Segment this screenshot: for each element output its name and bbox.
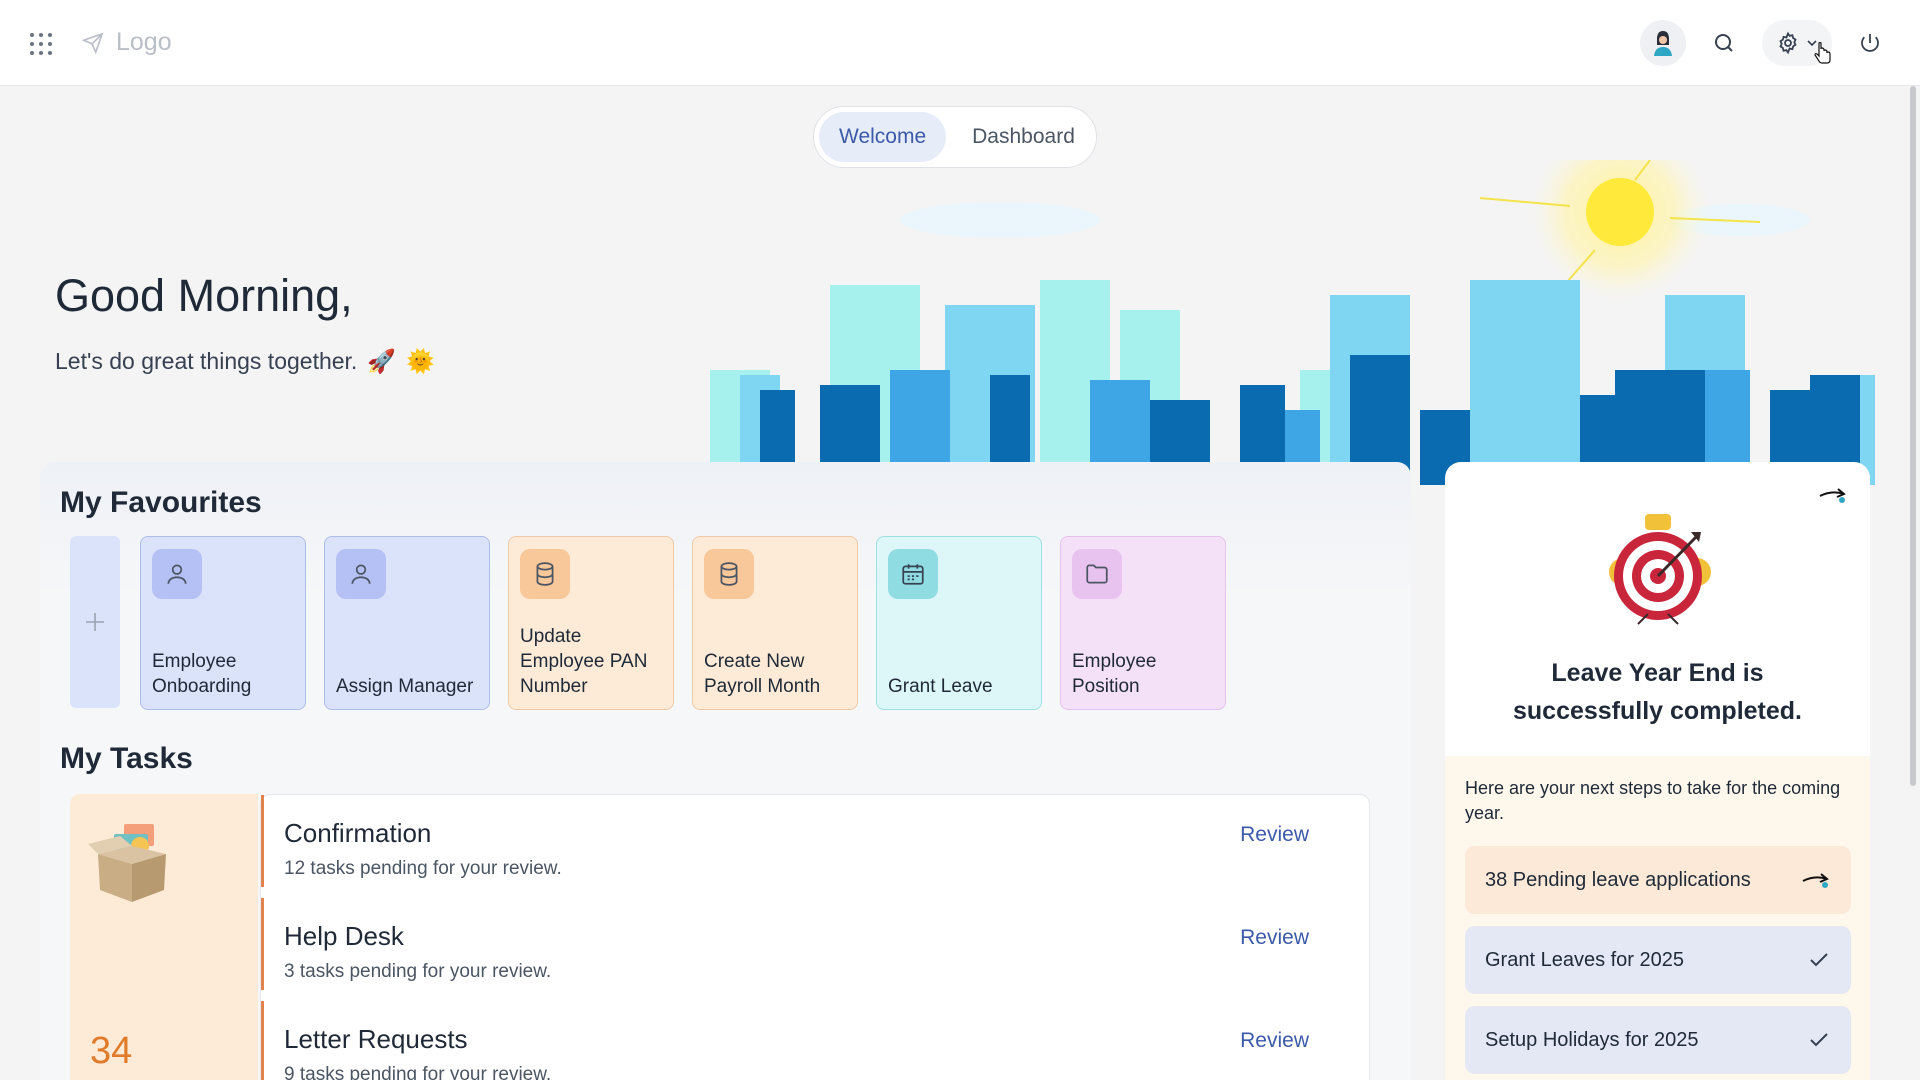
greeting-subtitle: Let's do great things together. 🚀 🌞 xyxy=(55,348,435,375)
paper-plane-icon xyxy=(82,31,104,54)
favourite-label: Employee Position xyxy=(1072,651,1157,697)
open-box-illustration xyxy=(88,824,166,902)
favourite-grant-leave[interactable]: Grant Leave xyxy=(876,536,1042,710)
sun-emoji: 🌞 xyxy=(405,348,435,374)
logo[interactable]: Logo xyxy=(82,28,172,57)
pointer-cursor-icon xyxy=(1814,42,1831,64)
tab-welcome[interactable]: Welcome xyxy=(819,112,947,162)
favourite-assign-manager[interactable]: Assign Manager xyxy=(324,536,490,710)
step-pending-leave-applications[interactable]: 38 Pending leave applications xyxy=(1465,846,1851,914)
step-grant-leaves[interactable]: Grant Leaves for 2025 xyxy=(1465,926,1851,994)
next-steps-note: Here are your next steps to take for the… xyxy=(1465,778,1841,823)
favourite-label: Employee Onboarding xyxy=(152,651,252,697)
task-title: Confirmation xyxy=(284,818,432,848)
task-item-help-desk: Help Desk 3 tasks pending for your revie… xyxy=(261,898,1369,990)
tab-dashboard[interactable]: Dashboard xyxy=(952,112,1095,162)
favourite-employee-onboarding[interactable]: Employee Onboarding xyxy=(140,536,306,710)
plus-icon xyxy=(86,613,104,631)
power-icon[interactable] xyxy=(1850,23,1890,63)
user-icon xyxy=(152,549,202,599)
step-label: Setup Holidays for 2025 xyxy=(1485,1028,1699,1051)
tasks-count: 34 xyxy=(90,1030,133,1072)
open-arrow-icon[interactable] xyxy=(1818,484,1848,511)
heading-line-1: Leave Year End is xyxy=(1551,659,1764,687)
scrollbar-thumb[interactable] xyxy=(1910,86,1916,786)
step-label: 38 Pending leave applications xyxy=(1485,868,1751,891)
favourite-label: Assign Manager xyxy=(336,676,474,697)
user-avatar[interactable] xyxy=(1640,20,1686,66)
top-bar: Logo xyxy=(0,0,1920,86)
check-icon xyxy=(1810,953,1828,967)
next-steps-section: Here are your next steps to take for the… xyxy=(1445,756,1870,1080)
page-scrollbar[interactable] xyxy=(1906,86,1920,1080)
city-skyline-illustration xyxy=(710,160,1875,485)
database-icon xyxy=(520,549,570,599)
search-icon[interactable] xyxy=(1704,23,1744,63)
folder-icon xyxy=(1072,549,1122,599)
view-tabs: Welcome Dashboard xyxy=(813,106,1097,168)
tasks-list: Confirmation 12 tasks pending for your r… xyxy=(260,794,1370,1080)
favourite-update-employee-pan-number[interactable]: Update Employee PAN Number xyxy=(508,536,674,710)
step-setup-holidays[interactable]: Setup Holidays for 2025 xyxy=(1465,1006,1851,1074)
task-item-letter-requests: Letter Requests 9 tasks pending for your… xyxy=(261,1001,1369,1080)
greeting-title: Good Morning, xyxy=(55,270,353,321)
task-subtitle: 12 tasks pending for your review. xyxy=(284,858,562,879)
check-icon xyxy=(1810,1033,1828,1047)
step-label: Grant Leaves for 2025 xyxy=(1485,948,1685,971)
task-title: Help Desk xyxy=(284,921,404,951)
greeting-subtitle-text: Let's do great things together. xyxy=(55,348,358,374)
database-icon xyxy=(704,549,754,599)
leave-year-end-heading: Leave Year End is successfully completed… xyxy=(1445,654,1870,730)
tasks-title: My Tasks xyxy=(60,742,193,775)
calendar-icon xyxy=(888,549,938,599)
review-button[interactable]: Review xyxy=(1240,926,1309,950)
gear-icon xyxy=(1779,31,1797,55)
favourites-tasks-panel: My Favourites Employee Onboarding Assign… xyxy=(40,462,1411,1080)
logo-text: Logo xyxy=(116,28,172,56)
favourite-label: Grant Leave xyxy=(888,676,993,697)
favourite-label: Create New Payroll Month xyxy=(704,651,821,697)
heading-line-2: successfully completed. xyxy=(1512,697,1802,725)
tasks-summary-card: 34 xyxy=(70,794,258,1080)
favourite-create-new-payroll-month[interactable]: Create New Payroll Month xyxy=(692,536,858,710)
settings-menu-button[interactable] xyxy=(1762,20,1832,66)
add-favourite-button[interactable] xyxy=(70,536,120,708)
tasks-section: 34 Confirmation 12 tasks pending for you… xyxy=(70,794,1371,1080)
task-title: Letter Requests xyxy=(284,1024,468,1054)
favourite-label: Update Employee PAN Number xyxy=(520,626,648,697)
user-icon xyxy=(336,549,386,599)
favourites-title: My Favourites xyxy=(60,486,262,519)
task-subtitle: 9 tasks pending for your review. xyxy=(284,1064,552,1080)
task-subtitle: 3 tasks pending for your review. xyxy=(284,961,552,982)
task-item-confirmation: Confirmation 12 tasks pending for your r… xyxy=(261,795,1369,887)
rocket-emoji: 🚀 xyxy=(367,348,396,374)
favourite-employee-position[interactable]: Employee Position xyxy=(1060,536,1226,710)
apps-grid-icon[interactable] xyxy=(30,33,52,55)
review-button[interactable]: Review xyxy=(1240,823,1309,847)
leave-year-end-card: Leave Year End is successfully completed… xyxy=(1445,462,1870,1080)
review-button[interactable]: Review xyxy=(1240,1029,1309,1053)
arrow-icon xyxy=(1802,873,1829,888)
target-achievement-icon xyxy=(1609,514,1711,625)
